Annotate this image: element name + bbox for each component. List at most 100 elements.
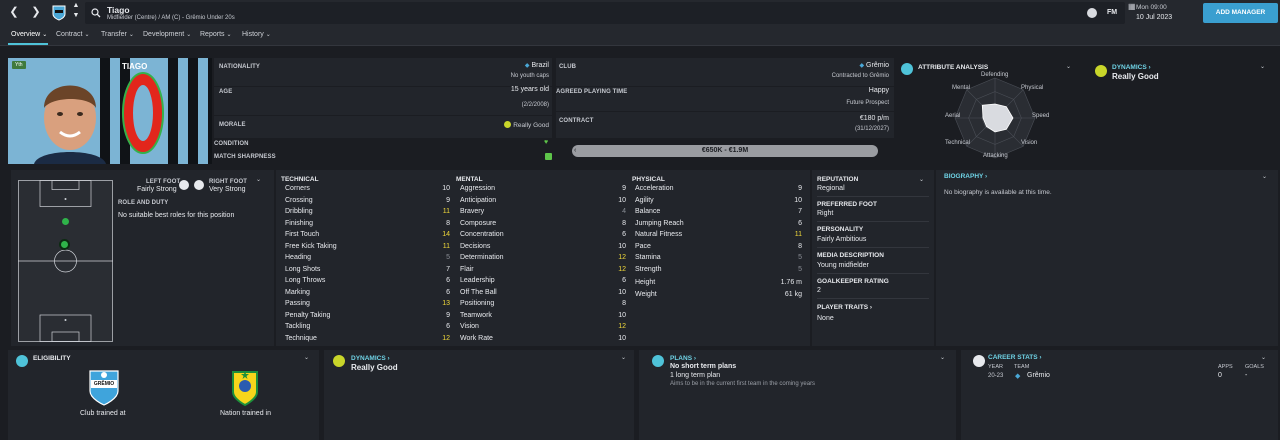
technical-attribute-row[interactable]: Passing 13 — [285, 300, 450, 312]
radar-label-technical: Technical — [945, 140, 971, 146]
mental-attribute-row[interactable]: Determination 12 — [460, 254, 626, 266]
technical-attribute-row[interactable]: First Touch 14 — [285, 231, 450, 243]
tab-transfer[interactable]: Transfer ⌄ — [101, 31, 134, 38]
technical-attribute-row[interactable]: Crossing 9 — [285, 197, 450, 209]
player-title-area: Tiago Midfielder (Centre) / AM (C) - Grê… — [85, 2, 1125, 24]
mental-attribute-row[interactable]: Composure 8 — [460, 220, 626, 232]
biography-menu-chevron-icon[interactable]: ⌄ — [1262, 173, 1267, 180]
club-details-panel: CLUB ◆ Grêmio Contracted to Grêmio AGREE… — [556, 58, 894, 164]
technical-attribute-row[interactable]: Dribbling 11 — [285, 208, 450, 220]
technical-attribute-row[interactable]: Finishing 8 — [285, 220, 450, 232]
analysis-menu-chevron-icon[interactable]: ⌄ — [1066, 63, 1071, 70]
attribute-name: Pace — [635, 242, 651, 250]
physical-attribute-row[interactable]: Strength 5 — [635, 266, 802, 278]
attribute-value: 7 — [446, 265, 450, 273]
forward-button[interactable]: ❯ — [28, 4, 44, 20]
career-menu-chevron-icon[interactable]: ⌄ — [1261, 354, 1266, 361]
weight-row: Weight 61 kg — [635, 291, 802, 298]
mental-attribute-row[interactable]: Flair 12 — [460, 266, 626, 278]
attribute-value: 12 — [618, 254, 626, 261]
nationality-value[interactable]: ◆ Brazil — [525, 62, 549, 69]
mental-attribute-row[interactable]: Decisions 10 — [460, 243, 626, 255]
career-team[interactable]: Grêmio — [1027, 372, 1050, 379]
mental-attribute-row[interactable]: Concentration 6 — [460, 231, 626, 243]
chevron-up-icon[interactable]: ▲ — [68, 2, 84, 12]
positions-menu-chevron-icon[interactable]: ⌄ — [256, 176, 261, 183]
technical-attribute-row[interactable]: Corners 10 — [285, 185, 450, 197]
technical-attribute-row[interactable]: Penalty Taking 9 — [285, 312, 450, 324]
position-marker-am[interactable] — [62, 218, 69, 225]
physical-attribute-row[interactable]: Agility 10 — [635, 197, 802, 209]
back-button[interactable]: ❮ — [6, 4, 22, 20]
contract-label: CONTRACT — [559, 118, 594, 124]
dynamics-title-link[interactable]: DYNAMICS › — [1112, 64, 1151, 71]
plans-menu-chevron-icon[interactable]: ⌄ — [940, 354, 945, 361]
technical-attribute-row[interactable]: Heading 5 — [285, 254, 450, 266]
tab-contract[interactable]: Contract ⌄ — [56, 31, 90, 38]
plans-title-link[interactable]: PLANS › — [670, 355, 696, 362]
physical-attribute-row[interactable]: Jumping Reach 6 — [635, 220, 802, 232]
attribute-value: 6 — [446, 277, 450, 284]
mental-attribute-row[interactable]: Teamwork 10 — [460, 312, 626, 324]
physical-attribute-row[interactable]: Natural Fitness 11 — [635, 231, 802, 243]
attribute-name: Acceleration — [635, 185, 674, 192]
mental-attribute-row[interactable]: Vision 12 — [460, 323, 626, 335]
playing-time-mood: Happy — [868, 87, 889, 94]
position-marker-mc[interactable] — [59, 239, 70, 250]
mental-attribute-row[interactable]: Leadership 6 — [460, 277, 626, 289]
right-foot-value: Very Strong — [209, 186, 246, 193]
globe-icon[interactable] — [1087, 8, 1097, 18]
technical-attribute-row[interactable]: Marking 6 — [285, 289, 450, 301]
tab-overview[interactable]: Overview ⌄ — [11, 31, 47, 38]
radar-label-defending: Defending — [981, 72, 1009, 78]
career-stats-title-link[interactable]: CAREER STATS › — [988, 354, 1042, 361]
technical-attribute-row[interactable]: Long Throws 6 — [285, 277, 450, 289]
biography-title-link[interactable]: BIOGRAPHY › — [944, 173, 987, 180]
tab-development[interactable]: Development ⌄ — [143, 31, 191, 38]
attribute-name: Agility — [635, 196, 654, 204]
attribute-name: Determination — [460, 254, 504, 261]
game-time: Mon 09:00 — [1136, 4, 1167, 11]
attribute-name: Bravery — [460, 208, 485, 215]
club-value[interactable]: ◆ Grêmio — [859, 62, 889, 69]
technical-attribute-row[interactable]: Free Kick Taking 11 — [285, 243, 450, 255]
dynamics-bottom-icon — [333, 355, 345, 367]
mental-attribute-row[interactable]: Bravery 4 — [460, 208, 626, 220]
attribute-name: Anticipation — [460, 196, 497, 204]
attribute-value: 8 — [622, 219, 626, 227]
mental-attribute-row[interactable]: Work Rate 10 — [460, 335, 626, 347]
short-term-plans: No short term plans — [670, 363, 737, 370]
transfer-value-bar[interactable]: €650K - €1.9M — [572, 145, 878, 157]
club-crest-icon[interactable] — [52, 5, 66, 21]
mental-attribute-row[interactable]: Off The Ball 10 — [460, 289, 626, 301]
physical-attribute-row[interactable]: Balance 7 — [635, 208, 802, 220]
fm-label[interactable]: FM — [1107, 9, 1117, 16]
dynamics-menu-chevron-icon[interactable]: ⌄ — [1260, 63, 1265, 70]
technical-attribute-row[interactable]: Tackling 6 — [285, 323, 450, 335]
technical-attribute-row[interactable]: Long Shots 7 — [285, 266, 450, 278]
mental-attribute-row[interactable]: Positioning 8 — [460, 300, 626, 312]
brazil-crest-icon[interactable] — [230, 369, 260, 407]
tab-history[interactable]: History ⌄ — [242, 31, 271, 38]
morale-value[interactable]: Really Good — [504, 121, 549, 129]
attribute-name: Work Rate — [460, 334, 493, 342]
mental-attribute-row[interactable]: Anticipation 10 — [460, 197, 626, 209]
chevron-down-icon[interactable]: ▼ — [68, 12, 84, 22]
game-date[interactable]: 10 Jul 2023 — [1136, 14, 1172, 21]
info-menu-chevron-icon[interactable]: ⌄ — [919, 176, 924, 183]
player-traits-link[interactable]: PLAYER TRAITS › — [817, 304, 872, 311]
eligibility-menu-chevron-icon[interactable]: ⌄ — [304, 354, 309, 361]
dynamics-bottom-menu-chevron-icon[interactable]: ⌄ — [621, 354, 626, 361]
tab-reports[interactable]: Reports ⌄ — [200, 31, 232, 38]
calendar-icon[interactable]: ▦ — [1128, 2, 1136, 11]
physical-attribute-row[interactable]: Pace 8 — [635, 243, 802, 255]
preferred-foot-value: Right — [817, 210, 834, 217]
physical-attribute-row[interactable]: Acceleration 9 — [635, 185, 802, 197]
mental-attribute-row[interactable]: Aggression 9 — [460, 185, 626, 197]
gremio-crest-icon[interactable] — [88, 369, 120, 407]
dynamics-bottom-title-link[interactable]: DYNAMICS › — [351, 355, 390, 362]
technical-attribute-row[interactable]: Technique 12 — [285, 335, 450, 347]
search-icon[interactable] — [91, 8, 101, 18]
add-manager-button[interactable]: ADD MANAGER — [1203, 3, 1278, 23]
physical-attribute-row[interactable]: Stamina 5 — [635, 254, 802, 266]
